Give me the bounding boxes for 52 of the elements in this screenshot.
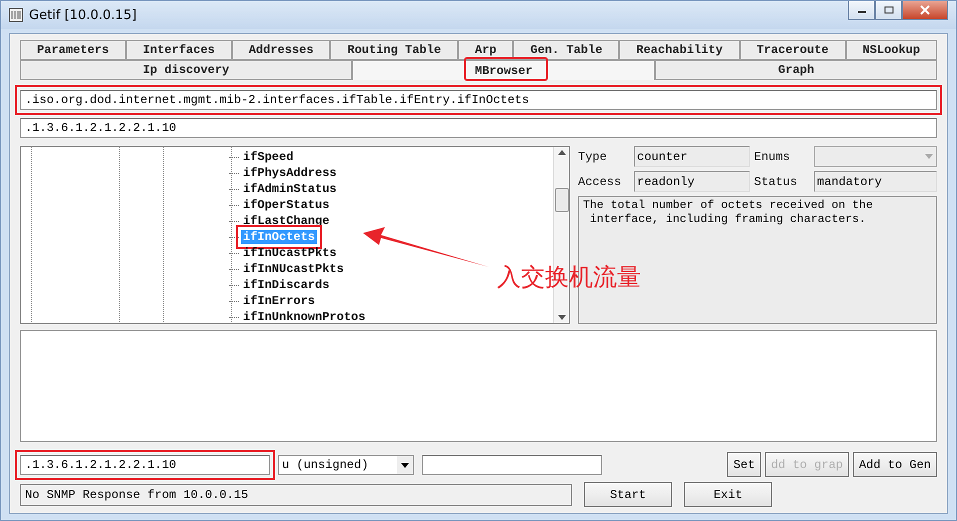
- scroll-down-icon[interactable]: [558, 315, 566, 320]
- tree-item[interactable]: ifLastChange: [241, 214, 332, 228]
- maximize-button[interactable]: [875, 1, 902, 20]
- type-label: Type: [578, 150, 608, 164]
- tree-item[interactable]: ifSpeed: [241, 150, 296, 164]
- tree-item[interactable]: ifInUcastPkts: [241, 246, 339, 260]
- window-title: Getif [10.0.0.15]: [29, 8, 137, 22]
- tab[interactable]: Graph: [655, 60, 938, 80]
- tab[interactable]: MBrowser: [352, 60, 656, 80]
- scroll-up-icon[interactable]: [558, 150, 566, 155]
- dropdown-arrow-icon: [925, 154, 933, 159]
- maximize-icon: [884, 6, 894, 14]
- tab[interactable]: NSLookup: [846, 40, 938, 60]
- close-icon: [919, 5, 931, 15]
- scroll-thumb[interactable]: [554, 188, 568, 212]
- tree-item[interactable]: ifPhysAddress: [241, 166, 339, 180]
- description-text: The total number of octets received on the interface, including framing characters.: [582, 198, 874, 228]
- status-field: mandatory: [814, 171, 937, 192]
- close-button[interactable]: [902, 1, 948, 20]
- tab[interactable]: Ip discovery: [20, 60, 352, 80]
- tree-item[interactable]: ifInUnknownProtos: [241, 310, 368, 323]
- tree-item[interactable]: ifInDiscards: [241, 278, 332, 292]
- tab[interactable]: Parameters: [20, 40, 126, 60]
- tree-item[interactable]: ifOperStatus: [241, 198, 332, 212]
- status-label: Status: [754, 174, 798, 188]
- action-button[interactable]: Add to Gen: [852, 452, 937, 477]
- type-field: counter: [634, 146, 750, 167]
- tree-item[interactable]: ifInNUcastPkts: [241, 262, 346, 276]
- tree-item[interactable]: ifInErrors: [241, 294, 318, 308]
- app-icon: [9, 8, 23, 22]
- annotation-label: 入交换机流量: [497, 262, 641, 293]
- tab[interactable]: Interfaces: [126, 40, 232, 60]
- status-button[interactable]: Exit: [684, 482, 772, 507]
- value-type-dropdown[interactable]: u (unsigned): [278, 454, 414, 474]
- status-message: No SNMP Response from 10.0.0.15: [20, 484, 572, 506]
- oid-name-field[interactable]: .iso.org.dod.internet.mgmt.mib-2.interfaces.ifTable.ifEntry.ifInOctets: [20, 90, 937, 110]
- access-label: Access: [578, 174, 622, 188]
- access-field: readonly: [634, 171, 750, 192]
- tab[interactable]: Addresses: [232, 40, 330, 60]
- tab[interactable]: Arp: [458, 40, 514, 60]
- enums-label: Enums: [754, 150, 792, 164]
- tab[interactable]: Routing Table: [330, 40, 458, 60]
- tab[interactable]: Gen. Table: [513, 40, 620, 60]
- tab[interactable]: Traceroute: [740, 40, 846, 60]
- status-button[interactable]: Start: [584, 482, 672, 507]
- oid-number-field[interactable]: .1.3.6.1.2.1.2.2.1.10: [20, 118, 937, 138]
- value-field[interactable]: [422, 454, 602, 474]
- action-button[interactable]: Set: [727, 452, 761, 477]
- tree-item[interactable]: ifAdminStatus: [241, 182, 339, 196]
- set-oid-field[interactable]: .1.3.6.1.2.1.2.2.1.10: [20, 454, 270, 474]
- minimize-button[interactable]: [848, 1, 875, 20]
- tab[interactable]: Reachability: [619, 40, 740, 60]
